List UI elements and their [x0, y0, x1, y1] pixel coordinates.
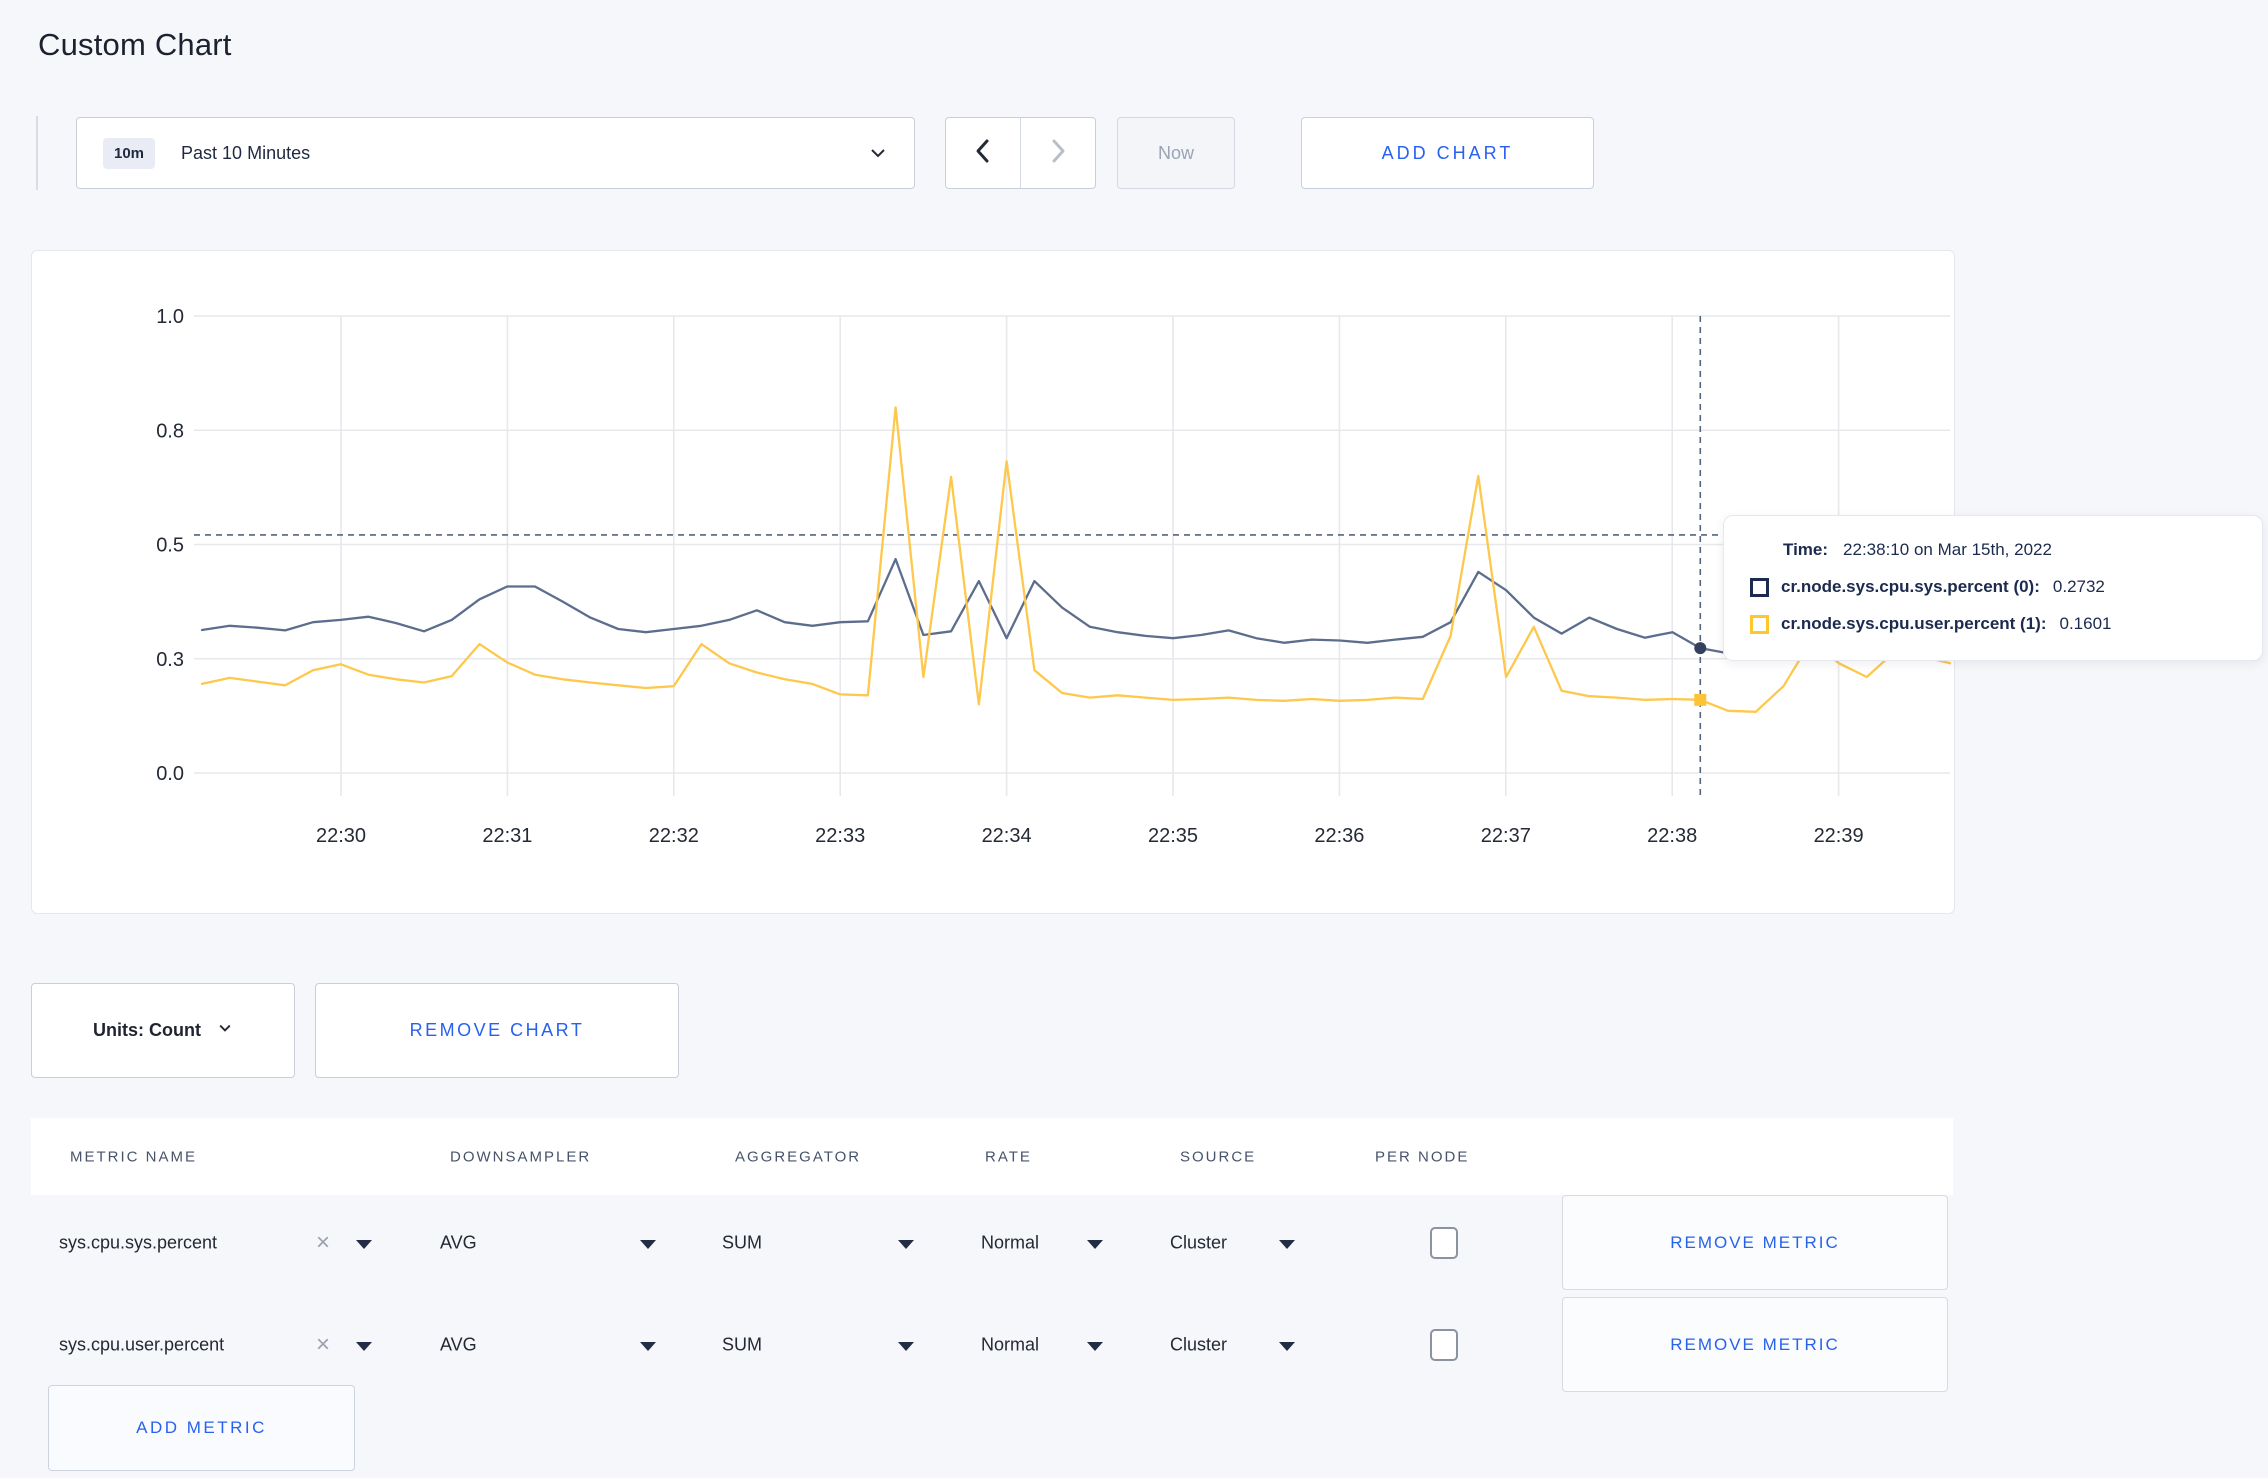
sys-series-swatch-icon [1750, 577, 1769, 597]
x-tick-label: 22:36 [1314, 825, 1364, 847]
time-window-select[interactable]: 10m Past 10 Minutes [76, 117, 915, 189]
metric-name-select[interactable]: sys.cpu.sys.percent [59, 1232, 217, 1253]
aggregator-select[interactable]: SUM [722, 1334, 762, 1355]
caret-down-icon[interactable] [1279, 1341, 1295, 1351]
x-tick-label: 22:30 [316, 825, 366, 847]
caret-down-icon[interactable] [1087, 1239, 1103, 1249]
hover-point [1694, 642, 1707, 655]
x-tick-label: 22:38 [1647, 825, 1697, 847]
metric-name-select[interactable]: sys.cpu.user.percent [59, 1334, 224, 1355]
tooltip-series-value: 0.2732 [2052, 577, 2105, 596]
y-tick-label: 0.5 [156, 535, 184, 557]
x-tick-label: 22:32 [649, 825, 699, 847]
series-line [200, 557, 1952, 655]
y-tick-label: 1.0 [156, 306, 184, 328]
chevron-left-icon [972, 138, 994, 169]
chevron-down-icon [868, 143, 888, 163]
chart-canvas[interactable]: 1.0 0.8 0.5 0.3 0.0 22:30 22:31 22:32 22:33 22:34… [32, 251, 1954, 913]
source-select[interactable]: Cluster [1170, 1232, 1227, 1253]
caret-down-icon[interactable] [898, 1341, 914, 1351]
clear-metric-icon[interactable]: × [316, 1230, 330, 1255]
downsampler-select[interactable]: AVG [440, 1232, 477, 1253]
tooltip-time-label: Time: [1783, 540, 1829, 559]
column-header-source: SOURCE [1180, 1148, 1257, 1165]
caret-down-icon[interactable] [356, 1239, 372, 1249]
table-row: sys.cpu.sys.percent × AVG SUM Normal Clu… [31, 1195, 1953, 1290]
caret-down-icon[interactable] [1279, 1239, 1295, 1249]
user-series-swatch-icon [1750, 614, 1769, 634]
tooltip-series-value: 0.1601 [2059, 614, 2112, 633]
column-header-aggregator: AGGREGATOR [735, 1148, 862, 1165]
remove-metric-button[interactable]: REMOVE METRIC [1562, 1195, 1948, 1290]
time-nav-arrows [945, 117, 1096, 189]
caret-down-icon[interactable] [898, 1239, 914, 1249]
add-chart-button[interactable]: ADD CHART [1301, 117, 1594, 189]
rate-select[interactable]: Normal [981, 1334, 1039, 1355]
chevron-down-icon [217, 1020, 233, 1041]
caret-down-icon[interactable] [356, 1341, 372, 1351]
now-button[interactable]: Now [1117, 117, 1235, 189]
column-header-per-node: PER NODE [1375, 1148, 1470, 1165]
add-metric-button[interactable]: ADD METRIC [48, 1385, 355, 1471]
metrics-table-header: METRIC NAME DOWNSAMPLER AGGREGATOR RATE … [31, 1118, 1953, 1195]
y-tick-label: 0.8 [156, 420, 184, 442]
downsampler-select[interactable]: AVG [440, 1334, 477, 1355]
y-tick-label: 0.0 [156, 763, 184, 785]
tooltip-time-row: Time: 22:38:10 on Mar 15th, 2022 [1750, 540, 2236, 560]
caret-down-icon[interactable] [640, 1341, 656, 1351]
aggregator-select[interactable]: SUM [722, 1232, 762, 1253]
time-window-badge: 10m [103, 137, 156, 169]
toolbar-divider [36, 116, 38, 190]
tooltip-series-row: cr.node.sys.cpu.user.percent (1): 0.1601 [1750, 614, 2236, 634]
caret-down-icon[interactable] [1087, 1341, 1103, 1351]
units-select[interactable]: Units: Count [31, 983, 295, 1078]
chart-panel: 1.0 0.8 0.5 0.3 0.0 22:30 22:31 22:32 22:33 22:34… [31, 250, 1955, 914]
remove-chart-button[interactable]: REMOVE CHART [315, 983, 679, 1078]
custom-chart-page: Custom Chart 10m Past 10 Minutes Now ADD… [0, 0, 2268, 1478]
series-line [200, 406, 1952, 713]
per-node-checkbox[interactable] [1430, 1328, 1458, 1361]
time-window-label: Past 10 Minutes [181, 142, 311, 163]
tooltip-time-value: 22:38:10 on Mar 15th, 2022 [1843, 540, 2052, 559]
column-header-downsampler: DOWNSAMPLER [450, 1148, 592, 1165]
tooltip-series-name: cr.node.sys.cpu.sys.percent (0): [1781, 577, 2040, 596]
x-tick-label: 22:37 [1481, 825, 1531, 847]
table-row: sys.cpu.user.percent × AVG SUM Normal Cl… [31, 1297, 1953, 1392]
rate-select[interactable]: Normal [981, 1232, 1039, 1253]
y-tick-label: 0.3 [156, 649, 184, 671]
column-header-metric-name: METRIC NAME [70, 1148, 197, 1165]
prev-time-button[interactable] [946, 118, 1020, 188]
x-tick-label: 22:34 [982, 825, 1032, 847]
x-tick-label: 22:31 [482, 825, 532, 847]
per-node-checkbox[interactable] [1430, 1226, 1458, 1259]
x-tick-label: 22:35 [1148, 825, 1198, 847]
chart-tooltip: Time: 22:38:10 on Mar 15th, 2022 cr.node… [1723, 515, 2263, 661]
page-title: Custom Chart [38, 26, 232, 62]
chevron-right-icon [1047, 138, 1069, 169]
column-header-rate: RATE [985, 1148, 1032, 1165]
caret-down-icon[interactable] [640, 1239, 656, 1249]
tooltip-series-row: cr.node.sys.cpu.sys.percent (0): 0.2732 [1750, 577, 2236, 597]
remove-metric-button[interactable]: REMOVE METRIC [1562, 1297, 1948, 1392]
units-label: Units: Count [93, 1020, 201, 1040]
hover-point [1694, 693, 1707, 706]
clear-metric-icon[interactable]: × [316, 1332, 330, 1357]
source-select[interactable]: Cluster [1170, 1334, 1227, 1355]
next-time-button[interactable] [1021, 118, 1095, 188]
tooltip-series-name: cr.node.sys.cpu.user.percent (1): [1781, 614, 2047, 633]
x-tick-label: 22:33 [815, 825, 865, 847]
x-tick-label: 22:39 [1814, 825, 1864, 847]
